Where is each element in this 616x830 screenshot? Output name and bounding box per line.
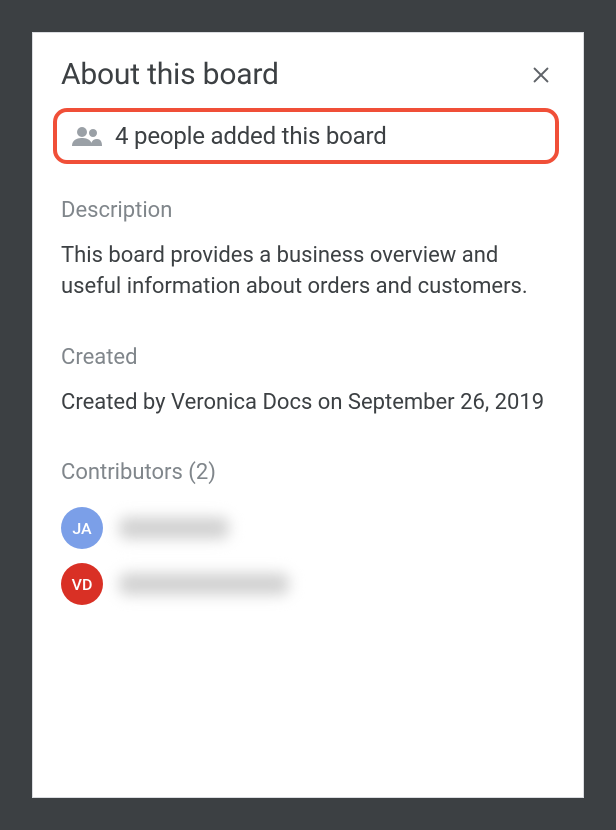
people-icon — [71, 124, 103, 148]
panel-title: About this board — [61, 57, 279, 92]
description-label: Description — [61, 198, 555, 223]
created-section: Created Created by Veronica Docs on Sept… — [61, 345, 555, 419]
panel-header: About this board — [61, 57, 555, 92]
avatar: VD — [61, 563, 103, 605]
avatar: JA — [61, 507, 103, 549]
people-added-highlight: 4 people added this board — [53, 108, 559, 164]
contributor-row: JA — [61, 507, 555, 549]
contributor-name-redacted — [119, 517, 229, 539]
contributors-label: Contributors (2) — [61, 460, 555, 485]
description-section: Description This board provides a busine… — [61, 198, 555, 303]
contributors-list: JA VD — [61, 507, 555, 605]
contributor-row: VD — [61, 563, 555, 605]
people-added-text: 4 people added this board — [115, 122, 387, 150]
close-button[interactable] — [527, 61, 555, 89]
created-body: Created by Veronica Docs on September 26… — [61, 388, 555, 419]
close-icon — [530, 64, 552, 86]
about-board-panel: About this board 4 people added this boa… — [32, 32, 584, 798]
description-body: This board provides a business overview … — [61, 241, 555, 303]
contributors-section: Contributors (2) JA VD — [61, 460, 555, 605]
created-label: Created — [61, 345, 555, 370]
contributor-name-redacted — [119, 573, 289, 595]
